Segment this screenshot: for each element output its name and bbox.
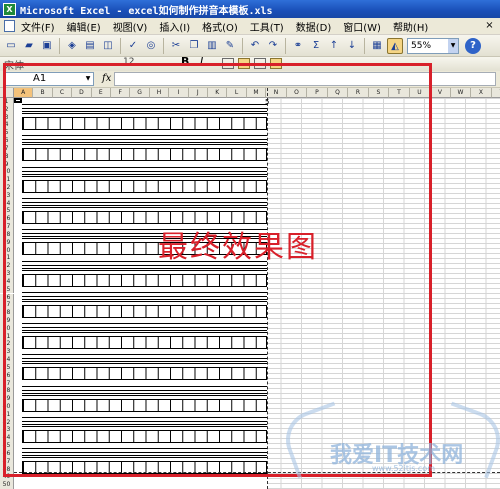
research-icon[interactable]: ◎	[143, 38, 159, 54]
row-header-50[interactable]: 50	[0, 481, 14, 489]
column-header-v[interactable]: V	[430, 88, 451, 98]
menu-window[interactable]: 窗口(W)	[343, 19, 381, 34]
watermark-url: www.52itjs.com	[372, 464, 435, 473]
menu-tools[interactable]: 工具(T)	[250, 19, 284, 34]
final-result-label: 最终效果图	[158, 230, 318, 265]
autosum-icon[interactable]: Σ	[308, 38, 324, 54]
highlight-frame	[3, 63, 432, 477]
menu-view[interactable]: 视图(V)	[113, 19, 148, 34]
toolbar-separator	[120, 37, 121, 54]
hyperlink-icon[interactable]: ⚭	[290, 38, 306, 54]
print-icon[interactable]: ▤	[82, 38, 98, 54]
workbook-icon[interactable]	[4, 20, 15, 32]
close-workbook-button[interactable]: ×	[483, 20, 496, 32]
zoom-select[interactable]: 55% ▼	[407, 37, 459, 54]
print-preview-icon[interactable]: ◫	[100, 38, 116, 54]
toolbar-separator	[364, 37, 365, 54]
spelling-icon[interactable]: ✓	[125, 38, 141, 54]
column-header-x[interactable]: X	[471, 88, 492, 98]
new-icon[interactable]: ▭	[3, 38, 19, 54]
cut-icon[interactable]: ✂	[168, 38, 184, 54]
copy-icon[interactable]: ❐	[186, 38, 202, 54]
menu-insert[interactable]: 插入(I)	[159, 19, 190, 34]
paste-icon[interactable]: ▥	[204, 38, 220, 54]
format-painter-icon[interactable]: ✎	[222, 38, 238, 54]
menu-data[interactable]: 数据(D)	[296, 19, 332, 34]
menu-edit[interactable]: 编辑(E)	[67, 19, 101, 34]
toolbar-separator	[59, 37, 60, 54]
toolbar-separator	[163, 37, 164, 54]
sort-descending-icon[interactable]: ↓	[344, 38, 360, 54]
help-icon[interactable]: ?	[465, 37, 481, 54]
menu-file[interactable]: 文件(F)	[21, 19, 55, 34]
menu-bar: 文件(F) 编辑(E) 视图(V) 插入(I) 格式(O) 工具(T) 数据(D…	[0, 18, 500, 35]
drawing-icon[interactable]: ◭	[387, 37, 403, 54]
chevron-down-icon[interactable]: ▼	[448, 38, 458, 53]
redo-icon[interactable]: ↷	[265, 38, 281, 54]
title-bar: X Microsoft Excel - excel如何制作拼音本模板.xls	[0, 0, 500, 18]
menu-help[interactable]: 帮助(H)	[393, 19, 428, 34]
toolbar-separator	[285, 37, 286, 54]
undo-icon[interactable]: ↶	[247, 38, 263, 54]
toolbar-separator	[242, 37, 243, 54]
column-header-y[interactable]: Y	[491, 88, 500, 98]
column-header-w[interactable]: W	[450, 88, 472, 98]
chart-wizard-icon[interactable]: ▦	[369, 38, 385, 54]
save-icon[interactable]: ▣	[39, 38, 55, 54]
excel-app-icon[interactable]: X	[3, 2, 16, 16]
sort-ascending-icon[interactable]: ↑	[326, 38, 342, 54]
zoom-value: 55%	[411, 40, 432, 51]
standard-toolbar: ▭ ▰ ▣ ◈ ▤ ◫ ✓ ◎ ✂ ❐ ▥ ✎ ↶ ↷ ⚭ Σ ↑ ↓ ▦ ◭ …	[0, 35, 500, 57]
open-icon[interactable]: ▰	[21, 38, 37, 54]
menu-format[interactable]: 格式(O)	[202, 19, 238, 34]
window-title: Microsoft Excel - excel如何制作拼音本模板.xls	[20, 5, 273, 17]
permission-icon[interactable]: ◈	[64, 38, 80, 54]
